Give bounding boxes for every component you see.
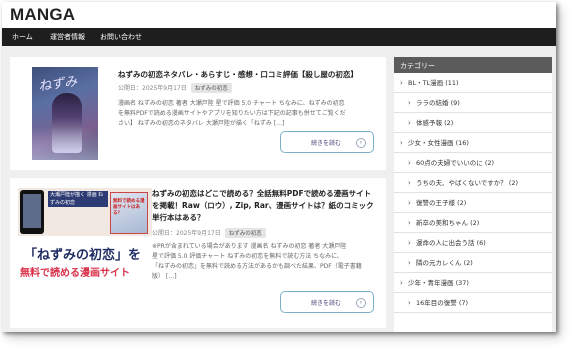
category-label: BL・TL漫画 (11) bbox=[408, 79, 459, 87]
nav-item-home[interactable]: ホーム bbox=[12, 32, 33, 42]
excerpt-line: を無料PDFで読める漫画サイトやアプリを知りたい方は下記の記事も併せてご覧くだ bbox=[118, 110, 346, 117]
category-parent[interactable]: › 少年・青年漫画 (37) bbox=[394, 273, 552, 293]
phone-icon bbox=[20, 190, 44, 234]
nav-item-about[interactable]: 運営者情報 bbox=[50, 32, 85, 42]
title-line: を掲載！Raw（ロウ）, Zip, Rar、漫画サイトは？紙のコミック bbox=[152, 201, 374, 210]
post-meta: 公開日：2025年9月17日 ねずみの初恋 bbox=[152, 228, 266, 238]
post-tag[interactable]: ねずみの初恋 bbox=[190, 83, 232, 93]
chevron-right-icon: › bbox=[408, 219, 411, 227]
chevron-right-icon: › bbox=[400, 79, 403, 87]
main-nav: ホーム 運営者情報 お問い合わせ bbox=[2, 28, 556, 46]
sidebar-categories: カテゴリー › BL・TL漫画 (11) › ララの結婚 (9) › 体感予報 (2) › 少… bbox=[394, 57, 552, 332]
category-label: 60点の夫婦でいいのに (2) bbox=[416, 159, 495, 167]
chevron-right-icon: › bbox=[356, 138, 366, 148]
category-child[interactable]: › うちの夫、やばくないですか？ (2) bbox=[394, 173, 552, 193]
thumbnail-blurb: 大瀬戸陸が描く 漫画 ねずみの初恋 bbox=[48, 191, 108, 207]
chevron-right-icon: › bbox=[408, 99, 411, 107]
category-child[interactable]: › 体感予報 (2) bbox=[394, 113, 552, 133]
category-label: 体感予報 (2) bbox=[416, 119, 454, 127]
read-more-button[interactable]: 続きを読む › bbox=[280, 291, 374, 313]
post-tag[interactable]: ねずみの初恋 bbox=[224, 228, 266, 238]
category-parent[interactable]: › 少女・女性漫画 (16) bbox=[394, 133, 552, 153]
excerpt-line: 「ねずみの初恋」を無料で読める方法があるかも調べた結果、PDF（電子書籍 bbox=[152, 263, 362, 270]
category-label: 復讐の王子様 (2) bbox=[416, 199, 467, 207]
title-line: ねずみの初恋はどこで読める？全話無料PDFで読める漫画サイト bbox=[152, 189, 372, 198]
category-label: 新卒の美和ちゃん (2) bbox=[416, 219, 480, 227]
read-more-button[interactable]: 続きを読む › bbox=[280, 131, 374, 153]
category-label: 運命の人に出会う話 (6) bbox=[416, 239, 486, 247]
thumbnail-cover-art: 無料で読める漫画サイトはある？ bbox=[110, 192, 148, 234]
excerpt-line: 漫画名 ねずみの初恋 著者 大瀬戸陸 星で評価 5.0 チャート ちなみに、ねず… bbox=[118, 100, 345, 107]
chevron-right-icon: › bbox=[408, 119, 411, 127]
chevron-right-icon: › bbox=[400, 139, 403, 147]
excerpt-line: 版） […] bbox=[152, 273, 177, 280]
post-excerpt: 漫画名 ねずみの初恋 著者 大瀬戸陸 星で評価 5.0 チャート ちなみに、ねず… bbox=[118, 99, 380, 129]
category-child[interactable]: › 新卒の美和ちゃん (2) bbox=[394, 213, 552, 233]
site-logo[interactable]: MANGA bbox=[10, 5, 75, 25]
thumbnail-headline: 「ねずみの初恋」を bbox=[24, 248, 142, 263]
category-child[interactable]: › 復讐の王子様 (2) bbox=[394, 193, 552, 213]
post-thumbnail[interactable]: ねずみ bbox=[32, 67, 98, 160]
post-title[interactable]: ねずみの初恋ネタバレ・あらすじ・感想・口コミ評価【殺し屋の初恋】 bbox=[118, 69, 380, 81]
category-label: ララの結婚 (9) bbox=[416, 99, 460, 107]
category-parent[interactable]: › BL・TL漫画 (11) bbox=[394, 73, 552, 93]
excerpt-line: 星で評価 5.0 評価チャート ねずみの初恋を無料で読む方法 ちなみに、 bbox=[152, 253, 343, 260]
category-child[interactable]: › 16年目の復讐 (7) bbox=[394, 293, 552, 313]
post-thumbnail[interactable]: 大瀬戸陸が描く 漫画 ねずみの初恋 無料で読める漫画サイトはある？ 「ねずみの初… bbox=[18, 188, 152, 286]
chevron-right-icon: › bbox=[408, 179, 411, 187]
nav-item-contact[interactable]: お問い合わせ bbox=[100, 32, 142, 42]
thumbnail-title-art: ねずみ bbox=[37, 74, 79, 95]
post-card: 大瀬戸陸が描く 漫画 ねずみの初恋 無料で読める漫画サイトはある？ 「ねずみの初… bbox=[10, 178, 386, 328]
post-meta: 公開日：2025年9月17日 ねずみの初恋 bbox=[118, 83, 232, 93]
excerpt-line: さい】 ねずみの初恋のネタバレ 大瀬戸陸が描く「ねずみ […] bbox=[118, 120, 285, 127]
cover-text: 無料で読める漫画サイトはある？ bbox=[113, 199, 145, 216]
category-child[interactable]: › 60点の夫婦でいいのに (2) bbox=[394, 153, 552, 173]
post-card: ねずみ ねずみの初恋ネタバレ・あらすじ・感想・口コミ評価【殺し屋の初恋】 公開日… bbox=[10, 57, 386, 170]
post-date: 公開日：2025年9月17日 bbox=[118, 85, 187, 92]
category-label: 16年目の復讐 (7) bbox=[416, 299, 469, 307]
category-child[interactable]: › 隣の元カレくん (2) bbox=[394, 253, 552, 273]
chevron-right-icon: › bbox=[408, 199, 411, 207]
sidebar-heading: カテゴリー bbox=[394, 57, 552, 73]
chevron-right-icon: › bbox=[408, 239, 411, 247]
thumbnail-subheadline: 無料で読める漫画サイト bbox=[20, 268, 130, 279]
post-excerpt: ※PRが含まれている場合があります 漫画名 ねずみの初恋 著者 大瀬戸陸 星で評… bbox=[152, 242, 382, 282]
chevron-right-icon: › bbox=[408, 299, 411, 307]
thumbnail-light-art bbox=[32, 127, 98, 160]
post-date: 公開日：2025年9月17日 bbox=[152, 230, 221, 237]
chevron-right-icon: › bbox=[408, 159, 411, 167]
category-label: 隣の元カレくん (2) bbox=[416, 259, 473, 267]
chevron-right-icon: › bbox=[356, 298, 366, 308]
excerpt-line: ※PRが含まれている場合があります 漫画名 ねずみの初恋 著者 大瀬戸陸 bbox=[152, 243, 347, 250]
category-child[interactable]: › 運命の人に出会う話 (6) bbox=[394, 233, 552, 253]
chevron-right-icon: › bbox=[400, 279, 403, 287]
post-title[interactable]: ねずみの初恋はどこで読める？全話無料PDFで読める漫画サイト を掲載！Raw（ロ… bbox=[152, 188, 382, 224]
browser-frame: MANGA ホーム 運営者情報 お問い合わせ ねずみ ねずみの初恋ネタバレ・あら… bbox=[2, 2, 556, 332]
category-label: うちの夫、やばくないですか？ (2) bbox=[416, 179, 519, 187]
category-label: 少女・女性漫画 (16) bbox=[408, 139, 469, 147]
site-header: MANGA bbox=[2, 2, 556, 28]
category-label: 少年・青年漫画 (37) bbox=[408, 279, 469, 287]
category-child[interactable]: › ララの結婚 (9) bbox=[394, 93, 552, 113]
chevron-right-icon: › bbox=[408, 259, 411, 267]
title-line: 単行本はある？ bbox=[152, 213, 205, 222]
